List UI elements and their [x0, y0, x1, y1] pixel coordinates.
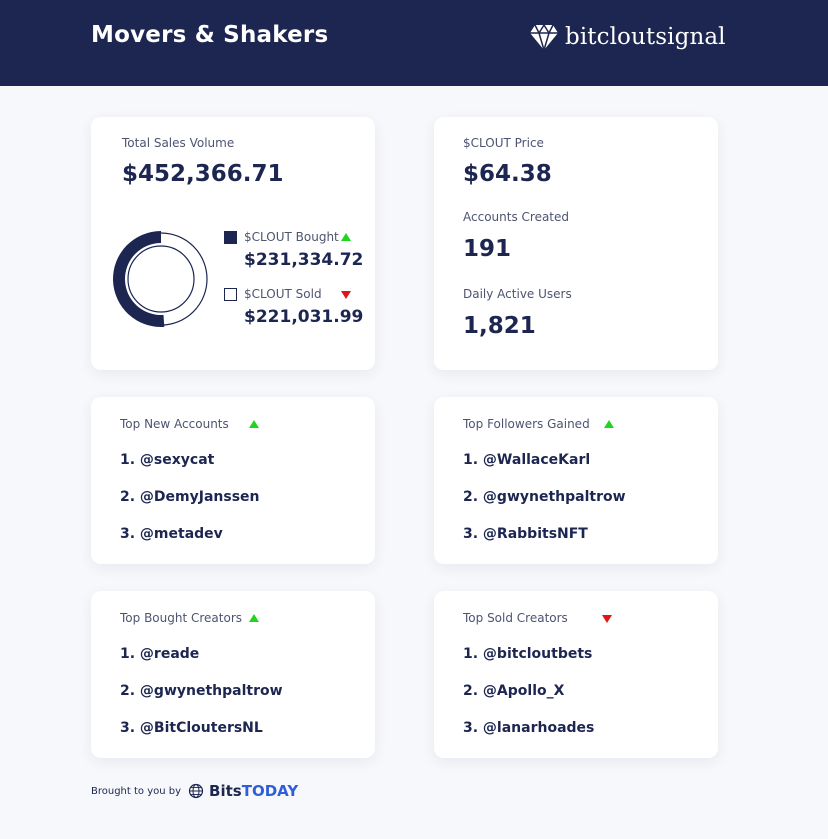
sales-donut-chart: [113, 231, 208, 327]
bitstoday-logo-part-a: Bits: [209, 782, 242, 800]
triangle-up-icon: [604, 420, 614, 428]
header-bar: Movers & Shakers bitcloutsignal: [0, 0, 828, 86]
list-item[interactable]: 3. @metadev: [120, 526, 223, 542]
list-item[interactable]: 1. @bitcloutbets: [463, 646, 592, 662]
footer: Brought to you by BitsTODAY: [91, 782, 298, 800]
accounts-created-label: Accounts Created: [463, 210, 570, 224]
bitstoday-logo-part-b: TODAY: [241, 782, 299, 800]
bitstoday-logo[interactable]: BitsTODAY: [209, 782, 298, 800]
sold-value: $221,031.99: [244, 307, 364, 327]
list-item[interactable]: 1. @sexycat: [120, 452, 214, 468]
globe-icon: [188, 783, 204, 799]
top-sold-creators-card: Top Sold Creators 1. @bitcloutbets 2. @A…: [434, 591, 718, 758]
daily-active-users-value: 1,821: [463, 313, 536, 339]
triangle-up-icon: [249, 420, 259, 428]
page-title: Movers & Shakers: [91, 22, 329, 48]
top-followers-gained-card: Top Followers Gained 1. @WallaceKarl 2. …: [434, 397, 718, 564]
sales-volume-value: $452,366.71: [122, 161, 284, 187]
triangle-down-icon: [341, 291, 351, 299]
top-bought-creators-card: Top Bought Creators 1. @reade 2. @gwynet…: [91, 591, 375, 758]
price-value: $64.38: [463, 161, 552, 187]
bought-value: $231,334.72: [244, 250, 364, 270]
price-label: $CLOUT Price: [463, 136, 544, 150]
accounts-created-value: 191: [463, 236, 512, 262]
triangle-up-icon: [249, 614, 259, 622]
brand-name: bitcloutsignal: [565, 24, 726, 50]
top-sold-creators-title: Top Sold Creators: [463, 611, 568, 625]
top-new-accounts-title: Top New Accounts: [120, 417, 229, 431]
triangle-down-icon: [602, 615, 612, 623]
list-item[interactable]: 2. @gwynethpaltrow: [463, 489, 626, 505]
diamond-icon: [530, 23, 558, 52]
bought-legend-swatch: [224, 231, 237, 244]
sales-volume-card: Total Sales Volume $452,366.71 $CLOUT Bo…: [91, 117, 375, 370]
list-item[interactable]: 1. @WallaceKarl: [463, 452, 590, 468]
sold-legend-label: $CLOUT Sold: [244, 287, 322, 301]
bought-legend-label: $CLOUT Bought: [244, 230, 339, 244]
top-followers-gained-title: Top Followers Gained: [463, 417, 590, 431]
top-bought-creators-title: Top Bought Creators: [120, 611, 243, 625]
footer-credit-text: Brought to you by: [91, 785, 182, 797]
donut-bought-segment: [113, 231, 165, 327]
list-item[interactable]: 3. @lanarhoades: [463, 720, 594, 736]
list-item[interactable]: 2. @Apollo_X: [463, 683, 564, 699]
list-item[interactable]: 2. @gwynethpaltrow: [120, 683, 283, 699]
daily-active-users-label: Daily Active Users: [463, 287, 572, 301]
top-new-accounts-card: Top New Accounts 1. @sexycat 2. @DemyJan…: [91, 397, 375, 564]
triangle-up-icon: [341, 233, 351, 241]
list-item[interactable]: 3. @BitCloutersNL: [120, 720, 263, 736]
sales-volume-label: Total Sales Volume: [122, 136, 235, 150]
sold-legend-swatch: [224, 288, 237, 301]
clout-stats-card: $CLOUT Price $64.38 Accounts Created 191…: [434, 117, 718, 370]
list-item[interactable]: 2. @DemyJanssen: [120, 489, 260, 505]
list-item[interactable]: 3. @RabbitsNFT: [463, 526, 588, 542]
brand-logo[interactable]: bitcloutsignal: [529, 22, 726, 52]
list-item[interactable]: 1. @reade: [120, 646, 199, 662]
